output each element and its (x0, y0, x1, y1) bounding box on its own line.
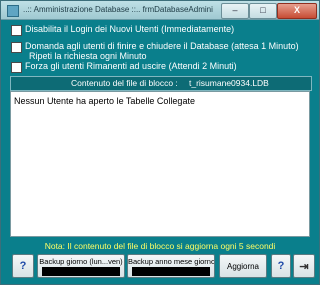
lock-file-content-text: Nessun Utente ha aperto le Tabelle Colle… (14, 96, 195, 106)
ask-users-close-checkbox[interactable] (11, 42, 22, 53)
backup-year-button[interactable]: Backup anno mese giorno (127, 254, 215, 278)
lock-file-name: t_risumane0934.LDB (189, 78, 269, 88)
disable-login-checkbox[interactable] (11, 25, 22, 36)
close-button[interactable]: X (277, 3, 317, 19)
backup-day-button[interactable]: Backup giorno (lun...ven) (37, 254, 125, 278)
info-icon: ? (277, 260, 285, 272)
ask-users-close-label: Domanda agli utenti di finire e chiudere… (25, 41, 299, 51)
info-button[interactable]: ? (271, 254, 291, 278)
lock-file-header: Contenuto del file di blocco : t_risuman… (10, 76, 312, 91)
option-ask-users-close[interactable]: Domanda agli utenti di finire e chiudere… (11, 41, 311, 63)
app-icon (7, 5, 19, 17)
help-icon: ? (19, 260, 27, 272)
title-bar: ..:: Amministrazione Database ::.. frmDa… (1, 1, 319, 20)
help-button[interactable]: ? (12, 254, 34, 278)
exit-door-icon: ⇥ (299, 261, 309, 273)
disable-login-label: Disabilita il Login dei Nuovi Utenti (Im… (25, 24, 235, 34)
refresh-label: Aggiorna (226, 262, 260, 271)
force-users-exit-label: Forza gli utenti Rimanenti ad uscire (At… (25, 61, 237, 71)
minimize-button[interactable]: – (221, 3, 249, 19)
window-title: ..:: Amministrazione Database ::.. frmDa… (23, 5, 213, 14)
backup-day-field (42, 267, 120, 276)
option-disable-login[interactable]: Disabilita il Login dei Nuovi Utenti (Im… (11, 24, 311, 36)
repeat-request-label: Ripeti la richiesta ogni Minuto (29, 51, 147, 61)
lock-file-content[interactable]: Nessun Utente ha aperto le Tabelle Colle… (10, 91, 310, 237)
maximize-button[interactable]: □ (249, 3, 277, 19)
force-users-exit-checkbox[interactable] (11, 62, 22, 73)
option-force-users-exit[interactable]: Forza gli utenti Rimanenti ad uscire (At… (11, 61, 311, 73)
exit-button[interactable]: ⇥ (293, 254, 315, 278)
refresh-button[interactable]: Aggiorna (219, 254, 267, 278)
refresh-note: Nota: Il contenuto del file di blocco si… (44, 241, 276, 251)
backup-year-label: Backup anno mese giorno (128, 257, 215, 266)
backup-year-field (132, 267, 210, 276)
lock-file-header-label: Contenuto del file di blocco : (71, 78, 178, 88)
database-administration-window: ..:: Amministrazione Database ::.. frmDa… (0, 0, 320, 285)
backup-day-label: Backup giorno (lun...ven) (39, 257, 123, 266)
